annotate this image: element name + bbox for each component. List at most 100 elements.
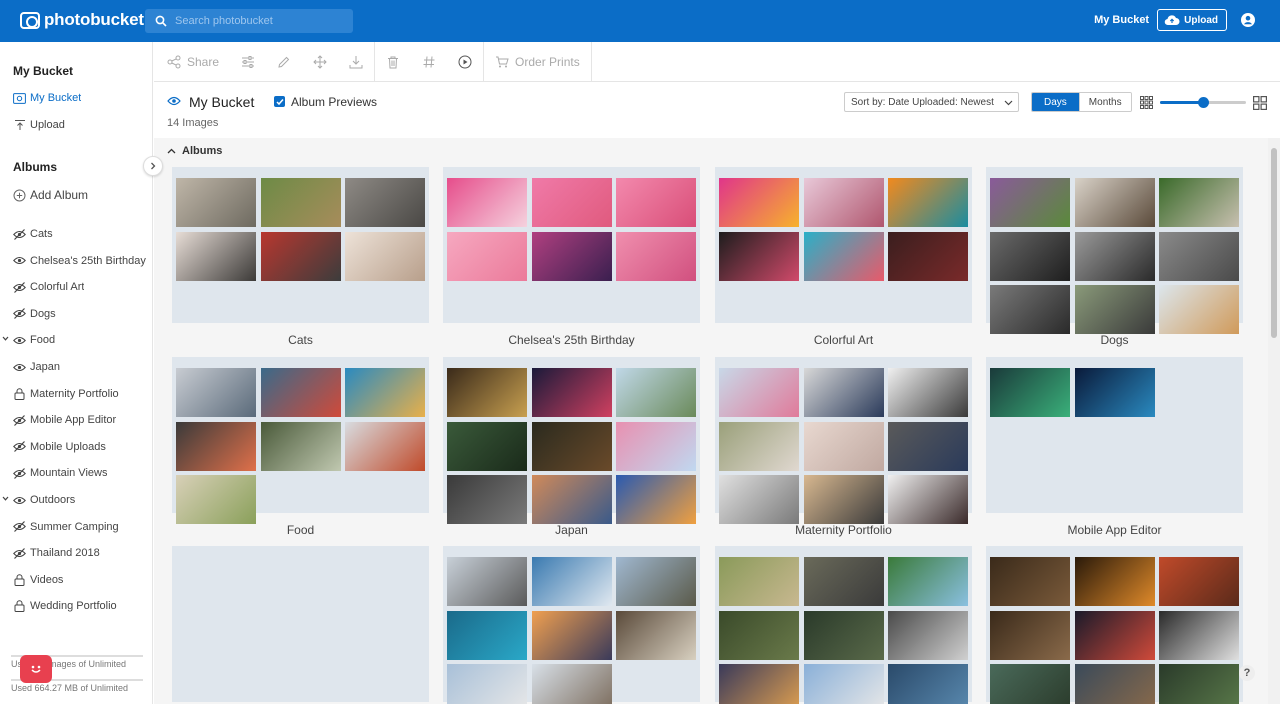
- album-thumbnail[interactable]: [260, 368, 341, 417]
- album-thumbnail[interactable]: [1074, 178, 1155, 227]
- sidebar-album-item[interactable]: Colorful Art: [13, 281, 148, 293]
- album-thumbnail[interactable]: [447, 231, 527, 281]
- album-thumbnail[interactable]: [719, 231, 799, 281]
- sidebar-nav-my-bucket[interactable]: My Bucket: [13, 92, 148, 104]
- album-preview[interactable]: [986, 167, 1243, 334]
- album-thumbnail[interactable]: [176, 421, 256, 471]
- album-title[interactable]: Japan: [443, 523, 700, 537]
- help-button[interactable]: ?: [1239, 665, 1255, 681]
- album-thumbnail[interactable]: [1159, 610, 1239, 660]
- sidebar-album-item[interactable]: Thailand 2018: [13, 547, 148, 559]
- album-thumbnail[interactable]: [719, 557, 799, 606]
- album-thumbnail[interactable]: [531, 178, 612, 227]
- small-grid-icon[interactable]: [1140, 96, 1153, 109]
- add-album-button[interactable]: Add Album: [13, 188, 148, 202]
- album-thumbnail[interactable]: [888, 368, 968, 417]
- sidebar-album-item[interactable]: Dogs: [13, 308, 148, 320]
- album-preview[interactable]: [986, 357, 1243, 513]
- album-thumbnail[interactable]: [260, 421, 341, 471]
- album-thumbnail[interactable]: [616, 557, 696, 606]
- album-thumbnail[interactable]: [888, 557, 968, 606]
- album-thumbnail[interactable]: [176, 231, 256, 281]
- thumbnail-size-slider[interactable]: [1160, 97, 1246, 108]
- sidebar-album-item[interactable]: Summer Camping: [13, 521, 148, 533]
- album-thumbnail[interactable]: [888, 475, 968, 524]
- sidebar-album-item[interactable]: Mobile App Editor: [13, 414, 148, 426]
- album-thumbnail[interactable]: [888, 421, 968, 471]
- album-thumbnail[interactable]: [990, 231, 1070, 281]
- order-prints-button[interactable]: Order Prints: [484, 42, 591, 82]
- album-thumbnail[interactable]: [990, 178, 1070, 227]
- album-thumbnail[interactable]: [803, 178, 884, 227]
- album-thumbnail[interactable]: [531, 664, 612, 704]
- sidebar-album-item[interactable]: Mountain Views: [13, 467, 148, 479]
- album-thumbnail[interactable]: [1074, 231, 1155, 281]
- move-button[interactable]: [302, 42, 338, 82]
- album-thumbnail[interactable]: [1074, 664, 1155, 704]
- upload-button[interactable]: Upload: [1157, 9, 1227, 31]
- album-thumbnail[interactable]: [888, 664, 968, 704]
- sidebar-album-item[interactable]: Outdoors: [13, 494, 148, 506]
- album-preview[interactable]: [172, 167, 429, 323]
- album-thumbnail[interactable]: [447, 368, 527, 417]
- sidebar-nav-upload[interactable]: Upload: [13, 119, 148, 131]
- album-title[interactable]: Chelsea's 25th Birthday: [443, 333, 700, 347]
- album-thumbnail[interactable]: [531, 475, 612, 524]
- album-preview[interactable]: [443, 167, 700, 323]
- album-thumbnail[interactable]: [888, 231, 968, 281]
- album-thumbnail[interactable]: [260, 231, 341, 281]
- album-thumbnail[interactable]: [1159, 664, 1239, 704]
- album-thumbnail[interactable]: [803, 368, 884, 417]
- album-preview[interactable]: [715, 546, 972, 704]
- album-thumbnail[interactable]: [803, 231, 884, 281]
- album-thumbnail[interactable]: [990, 285, 1070, 334]
- days-option[interactable]: Days: [1032, 93, 1079, 111]
- album-thumbnail[interactable]: [447, 421, 527, 471]
- album-thumbnail[interactable]: [803, 475, 884, 524]
- months-option[interactable]: Months: [1078, 93, 1131, 111]
- album-thumbnail[interactable]: [990, 610, 1070, 660]
- album-thumbnail[interactable]: [719, 610, 799, 660]
- large-grid-icon[interactable]: [1253, 96, 1267, 110]
- eye-icon[interactable]: [167, 96, 181, 106]
- sidebar-album-item[interactable]: Food: [13, 334, 148, 346]
- slideshow-button[interactable]: [447, 42, 483, 82]
- album-title[interactable]: Dogs: [986, 333, 1243, 347]
- photobucket-logo[interactable]: photobucket: [20, 10, 144, 30]
- album-thumbnail[interactable]: [990, 368, 1070, 417]
- album-thumbnail[interactable]: [803, 664, 884, 704]
- sidebar-album-item[interactable]: Chelsea's 25th Birthday: [13, 255, 148, 267]
- sidebar-album-item[interactable]: Mobile Uploads: [13, 441, 148, 453]
- album-thumbnail[interactable]: [345, 231, 425, 281]
- album-thumbnail[interactable]: [719, 475, 799, 524]
- album-thumbnail[interactable]: [719, 664, 799, 704]
- album-thumbnail[interactable]: [447, 610, 527, 660]
- album-thumbnail[interactable]: [176, 178, 256, 227]
- vertical-scrollbar[interactable]: [1268, 138, 1280, 704]
- album-thumbnail[interactable]: [531, 610, 612, 660]
- sidebar-album-item[interactable]: Wedding Portfolio: [13, 600, 148, 613]
- albums-section-header[interactable]: Albums: [167, 145, 222, 157]
- album-thumbnail[interactable]: [719, 368, 799, 417]
- album-preview[interactable]: [715, 167, 972, 323]
- edit-button[interactable]: [266, 42, 302, 82]
- album-thumbnail[interactable]: [616, 231, 696, 281]
- album-thumbnail[interactable]: [345, 368, 425, 417]
- album-preview[interactable]: [443, 546, 700, 704]
- album-thumbnail[interactable]: [616, 610, 696, 660]
- slider-handle[interactable]: [1198, 97, 1209, 108]
- delete-button[interactable]: [375, 42, 411, 82]
- album-thumbnail[interactable]: [990, 557, 1070, 606]
- album-preview[interactable]: [986, 546, 1243, 704]
- album-preview[interactable]: [172, 357, 429, 524]
- album-thumbnail[interactable]: [803, 610, 884, 660]
- album-title[interactable]: Mobile App Editor: [986, 523, 1243, 537]
- expand-caret-icon[interactable]: [2, 495, 9, 504]
- album-thumbnail[interactable]: [1159, 178, 1239, 227]
- album-thumbnail[interactable]: [616, 421, 696, 471]
- album-thumbnail[interactable]: [616, 368, 696, 417]
- album-thumbnail[interactable]: [1074, 610, 1155, 660]
- album-thumbnail[interactable]: [531, 421, 612, 471]
- download-button[interactable]: [338, 42, 374, 82]
- user-account-icon[interactable]: [1241, 13, 1255, 27]
